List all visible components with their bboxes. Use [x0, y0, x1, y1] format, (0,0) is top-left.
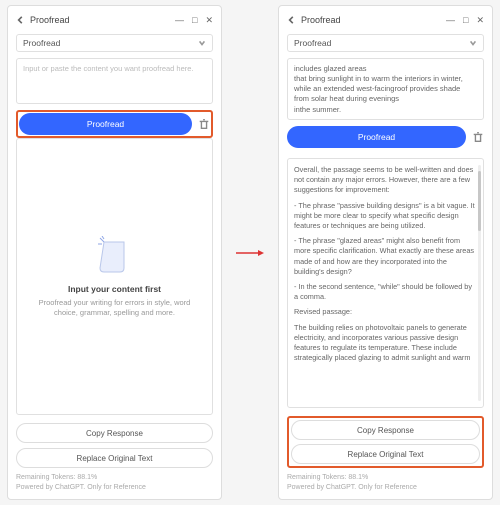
mode-select[interactable]: Proofread [287, 34, 484, 52]
window-title: Proofread [30, 15, 70, 25]
highlight-proofread-row: Proofread [16, 110, 213, 138]
input-placeholder: Input or paste the content you want proo… [23, 64, 194, 73]
maximize-icon[interactable]: □ [463, 15, 468, 26]
result-area: Overall, the passage seems to be well-wr… [287, 158, 484, 408]
powered-by: Powered by ChatGPT. Only for Reference [287, 483, 484, 493]
empty-title: Input your content first [68, 284, 161, 294]
copy-response-button[interactable]: Copy Response [291, 420, 480, 440]
footer: Remaining Tokens: 88.1% Powered by ChatG… [287, 473, 484, 493]
copy-response-button[interactable]: Copy Response [16, 423, 213, 443]
result-bullet: - The phrase "glazed areas" might also b… [294, 236, 477, 277]
titlebar: Proofread — □ ✕ [287, 12, 484, 28]
trash-icon[interactable] [198, 118, 210, 130]
proofread-button[interactable]: Proofread [287, 126, 466, 148]
proofread-pane-result: Proofread — □ ✕ Proofread includes glaze… [278, 5, 493, 500]
result-area-empty: Input your content first Proofread your … [16, 138, 213, 415]
replace-original-button[interactable]: Replace Original Text [16, 448, 213, 468]
maximize-icon[interactable]: □ [192, 15, 197, 26]
proofread-pane-empty: Proofread — □ ✕ Proofread Input or paste… [7, 5, 222, 500]
mode-select-label: Proofread [23, 38, 60, 48]
minimize-icon[interactable]: — [175, 15, 184, 26]
result-revised: The building relies on photovoltaic pane… [294, 323, 477, 364]
highlight-action-buttons: Copy Response Replace Original Text [287, 416, 484, 468]
remaining-tokens: Remaining Tokens: 88.1% [16, 473, 213, 483]
mode-select[interactable]: Proofread [16, 34, 213, 52]
empty-subtitle: Proofread your writing for errors in sty… [23, 298, 206, 318]
footer: Remaining Tokens: 88.1% Powered by ChatG… [16, 473, 213, 493]
mode-select-label: Proofread [294, 38, 331, 48]
back-icon[interactable] [287, 15, 297, 25]
close-icon[interactable]: ✕ [205, 15, 213, 26]
result-bullet: - The phrase "passive building designs" … [294, 201, 477, 232]
arrow-icon [236, 247, 264, 259]
powered-by: Powered by ChatGPT. Only for Reference [16, 483, 213, 493]
input-content: includes glazed areas that bring sunligh… [294, 64, 463, 114]
window-title: Proofread [301, 15, 341, 25]
empty-illustration [90, 236, 140, 276]
close-icon[interactable]: ✕ [476, 15, 484, 26]
input-textarea[interactable]: Input or paste the content you want proo… [16, 58, 213, 104]
titlebar: Proofread — □ ✕ [16, 12, 213, 28]
minimize-icon[interactable]: — [446, 15, 455, 26]
chevron-down-icon [198, 39, 206, 47]
back-icon[interactable] [16, 15, 26, 25]
scrollbar-thumb[interactable] [478, 171, 481, 231]
result-paragraph: Overall, the passage seems to be well-wr… [294, 165, 477, 196]
proofread-button[interactable]: Proofread [19, 113, 192, 135]
input-textarea[interactable]: includes glazed areas that bring sunligh… [287, 58, 484, 120]
result-bullet: - In the second sentence, "while" should… [294, 282, 477, 302]
result-revised-label: Revised passage: [294, 307, 352, 317]
scrollbar[interactable] [478, 165, 481, 401]
chevron-down-icon [469, 39, 477, 47]
trash-icon[interactable] [472, 131, 484, 143]
replace-original-button[interactable]: Replace Original Text [291, 444, 480, 464]
remaining-tokens: Remaining Tokens: 88.1% [287, 473, 484, 483]
